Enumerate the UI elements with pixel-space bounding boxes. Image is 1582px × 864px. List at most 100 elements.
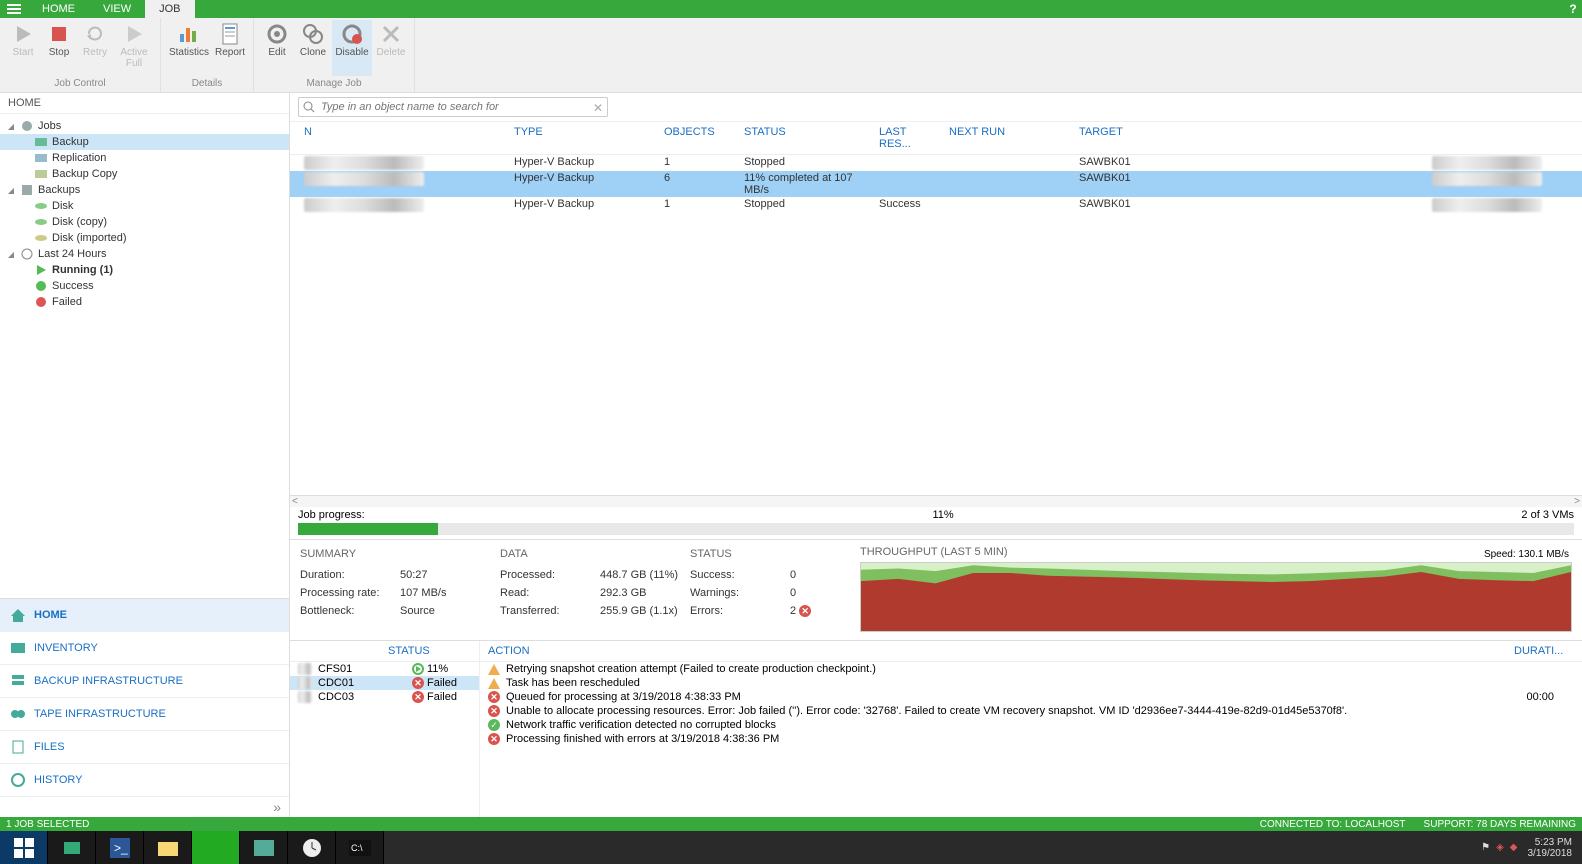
retry-icon — [83, 22, 107, 46]
nav-backup-infra[interactable]: BACKUP INFRASTRUCTURE — [0, 665, 289, 698]
clone-button[interactable]: Clone — [296, 20, 330, 76]
vm-icon-redacted — [298, 677, 312, 689]
tree-running-label: Running (1) — [52, 264, 113, 276]
task-app2[interactable] — [240, 831, 288, 864]
action-text: Unable to allocate processing resources.… — [506, 705, 1508, 717]
statistics-button[interactable]: Statistics — [167, 20, 211, 76]
tree-backup[interactable]: Backup — [0, 134, 289, 150]
task-powershell[interactable]: >_ — [96, 831, 144, 864]
tree-jobs[interactable]: ◢Jobs — [0, 118, 289, 134]
retry-button[interactable]: Retry — [78, 20, 112, 76]
tab-view[interactable]: VIEW — [89, 0, 145, 18]
tree-disk-copy[interactable]: Disk (copy) — [0, 214, 289, 230]
action-row[interactable]: Retrying snapshot creation attempt (Fail… — [480, 662, 1582, 676]
col-type[interactable]: TYPE — [510, 126, 660, 150]
clear-search-icon[interactable]: ✕ — [593, 101, 603, 115]
tree-last24[interactable]: ◢Last 24 Hours — [0, 246, 289, 262]
edit-label: Edit — [268, 47, 285, 58]
task-app1[interactable] — [192, 831, 240, 864]
start-button[interactable]: Start — [6, 20, 40, 76]
tray-clock[interactable]: 5:23 PM 3/19/2018 — [1524, 837, 1577, 859]
hscrollbar[interactable]: <> — [290, 495, 1582, 507]
edit-button[interactable]: Edit — [260, 20, 294, 76]
tree-replication[interactable]: Replication — [0, 150, 289, 166]
duration-header[interactable]: DURATI... — [1514, 645, 1574, 657]
action-row[interactable]: ✕Processing finished with errors at 3/19… — [480, 732, 1582, 746]
tree-disk-label: Disk — [52, 200, 73, 212]
tray-icon[interactable]: ◈ — [1496, 842, 1504, 853]
tree-disk[interactable]: Disk — [0, 198, 289, 214]
task-clock[interactable] — [288, 831, 336, 864]
group-details: Details — [192, 76, 223, 92]
disable-icon — [340, 22, 364, 46]
vm-icon-redacted — [298, 663, 312, 675]
help-button[interactable]: ? — [1564, 2, 1582, 16]
start-menu-button[interactable] — [0, 831, 48, 864]
disable-button[interactable]: Disable — [332, 20, 372, 76]
report-button[interactable]: Report — [213, 20, 247, 76]
tab-job[interactable]: JOB — [145, 0, 194, 18]
col-status[interactable]: STATUS — [740, 126, 875, 150]
vm-status: Failed — [427, 691, 457, 703]
nav-history[interactable]: HISTORY — [0, 764, 289, 797]
nav-tape-infra[interactable]: TAPE INFRASTRUCTURE — [0, 698, 289, 731]
vm-status: 11% — [427, 663, 448, 675]
nav-inventory-label: INVENTORY — [34, 642, 98, 654]
col-name[interactable]: N — [300, 126, 510, 150]
progress-vmcount: 2 of 3 VMs — [1521, 509, 1574, 521]
collapse-icon[interactable]: ◢ — [6, 250, 16, 259]
col-objects[interactable]: OBJECTS — [660, 126, 740, 150]
tree-failed[interactable]: Failed — [0, 294, 289, 310]
search-input[interactable] — [298, 97, 608, 117]
nav-inventory[interactable]: INVENTORY — [0, 632, 289, 665]
task-servermgr[interactable] — [48, 831, 96, 864]
cell-last: Success — [875, 198, 945, 212]
action-header[interactable]: ACTION — [488, 645, 1514, 657]
status-connection: CONNECTED TO: LOCALHOST — [1260, 819, 1406, 830]
tree-backups-label: Backups — [38, 184, 80, 196]
nav-files[interactable]: FILES — [0, 731, 289, 764]
vm-row[interactable]: CDC03✕Failed — [290, 690, 479, 704]
app-menu-button[interactable] — [0, 0, 28, 18]
tray-flag-icon[interactable]: ⚑ — [1481, 842, 1490, 853]
success-icon — [34, 279, 48, 293]
col-target[interactable]: TARGET — [1075, 126, 1275, 150]
tree-success[interactable]: Success — [0, 278, 289, 294]
collapse-icon[interactable]: ◢ — [6, 186, 16, 195]
task-explorer[interactable] — [144, 831, 192, 864]
tray-icon[interactable]: ◆ — [1510, 842, 1518, 853]
table-row[interactable]: Hyper-V Backup 1 Stopped SAWBK01 — [290, 155, 1582, 171]
action-row[interactable]: ✕Queued for processing at 3/19/2018 4:38… — [480, 690, 1582, 704]
active-full-icon — [122, 22, 146, 46]
delete-button[interactable]: Delete — [374, 20, 408, 76]
tree-backup-copy[interactable]: Backup Copy — [0, 166, 289, 182]
table-row[interactable]: Hyper-V Backup 6 11% completed at 107 MB… — [290, 171, 1582, 197]
vm-status-header[interactable]: STATUS — [388, 645, 430, 657]
table-row[interactable]: Hyper-V Backup 1 Stopped Success SAWBK01 — [290, 197, 1582, 213]
tab-home[interactable]: HOME — [28, 0, 89, 18]
error-icon: ✕ — [488, 705, 500, 717]
vm-row[interactable]: CFS0111% — [290, 662, 479, 676]
action-row[interactable]: ✕ Unable to allocate processing resources… — [480, 704, 1582, 718]
cell-redacted — [1432, 156, 1542, 170]
nav-more[interactable]: » — [0, 797, 289, 817]
nav-home[interactable]: HOME — [0, 599, 289, 632]
stop-button[interactable]: Stop — [42, 20, 76, 76]
col-last[interactable]: LAST RES... — [875, 126, 945, 150]
tree-disk-imported[interactable]: Disk (imported) — [0, 230, 289, 246]
action-row[interactable]: ✓Network traffic verification detected n… — [480, 718, 1582, 732]
active-full-button[interactable]: Active Full — [114, 20, 154, 76]
nav-files-label: FILES — [34, 741, 65, 753]
action-row[interactable]: Task has been rescheduled — [480, 676, 1582, 690]
tree-backups[interactable]: ◢ Backups — [0, 182, 289, 198]
statistics-label: Statistics — [169, 47, 209, 58]
tree-running[interactable]: Running (1) — [0, 262, 289, 278]
play-icon — [11, 22, 35, 46]
col-next[interactable]: NEXT RUN — [945, 126, 1075, 150]
vm-row[interactable]: CDC01✕Failed — [290, 676, 479, 690]
disable-label: Disable — [335, 47, 368, 58]
collapse-icon[interactable]: ◢ — [6, 122, 16, 131]
task-cmd[interactable]: C:\ — [336, 831, 384, 864]
group-job-control: Job Control — [54, 76, 105, 92]
v-read: 292.3 GB — [600, 587, 646, 599]
